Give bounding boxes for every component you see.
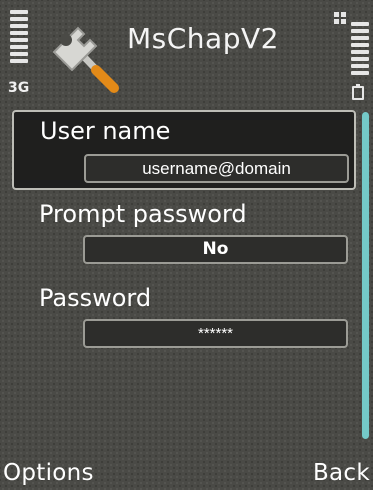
settings-list: User name username@domain Prompt passwor… [12, 110, 358, 450]
network-type-label: 3G [8, 80, 30, 96]
softkey-bar: Options Back [0, 456, 373, 490]
setting-password[interactable]: Password ****** [13, 278, 358, 358]
battery-icon [352, 84, 364, 100]
setting-prompt-password[interactable]: Prompt password No [13, 194, 358, 274]
signal-strength-icon [10, 10, 28, 66]
back-softkey[interactable]: Back [313, 460, 370, 486]
options-softkey[interactable]: Options [3, 460, 94, 486]
user-name-label: User name [40, 117, 171, 145]
wrench-screwdriver-icon [52, 26, 119, 93]
battery-level-bars [351, 22, 369, 78]
user-name-field[interactable]: username@domain [84, 154, 349, 183]
grid-indicator-icon [334, 12, 346, 24]
app-title: MsChapV2 [127, 22, 279, 55]
setting-user-name[interactable]: User name username@domain [12, 110, 356, 190]
scrollbar[interactable] [362, 112, 369, 439]
password-field[interactable]: ****** [83, 319, 348, 348]
status-bar: 3G MsChapV2 [0, 0, 373, 104]
prompt-password-field[interactable]: No [83, 235, 348, 264]
prompt-password-label: Prompt password [39, 200, 247, 228]
password-label: Password [39, 284, 152, 312]
